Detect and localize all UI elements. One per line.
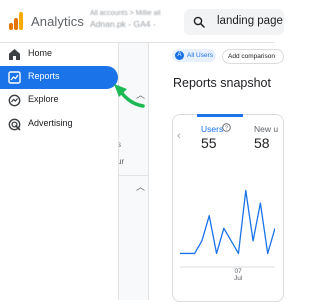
- segment-chip-label: All Users: [187, 49, 213, 62]
- sidebar-item-explore[interactable]: Explore: [0, 89, 118, 112]
- users-line-chart: [180, 168, 275, 288]
- reports-icon: [8, 71, 21, 84]
- chevron-left-icon[interactable]: ‹: [177, 130, 181, 142]
- search-input[interactable]: landing page: [217, 15, 283, 27]
- explore-icon: [8, 94, 21, 107]
- tab-new-users-label[interactable]: New u: [254, 124, 278, 134]
- tab-new-users-value: 58: [254, 135, 270, 151]
- x-axis-tick-day: 07: [234, 268, 242, 275]
- svg-text:?: ?: [225, 126, 228, 132]
- tab-users-label[interactable]: Users: [201, 124, 223, 134]
- x-axis-tick: 07 Jul: [234, 268, 242, 282]
- annotation-arrow-icon: [108, 80, 148, 112]
- search-icon: [193, 16, 205, 28]
- sidebar-item-advertising[interactable]: Advertising: [0, 113, 118, 136]
- sidebar-item-label: Home: [28, 48, 52, 58]
- search-box[interactable]: landing page: [184, 9, 284, 35]
- sidebar-item-label: Reports: [28, 71, 60, 81]
- app-title: Analytics: [31, 14, 84, 29]
- property-name: Adnan.pk - GA4 -: [90, 19, 170, 29]
- tab-users-value: 55: [201, 135, 217, 151]
- top-app-bar: Analytics All accounts > Millie all Adna…: [0, 0, 275, 43]
- sidebar-item-reports[interactable]: Reports: [0, 66, 118, 89]
- sidebar-item-label: Advertising: [28, 118, 73, 128]
- sidebar-item-label: Explore: [28, 94, 59, 104]
- advertising-icon: [8, 118, 21, 131]
- page-title: Reports snapshot: [173, 76, 271, 90]
- users-series-line: [180, 191, 275, 254]
- segment-badge: A: [175, 51, 184, 60]
- selected-tab-indicator: [197, 114, 243, 117]
- analytics-logo-icon[interactable]: [9, 12, 23, 30]
- left-nav-rail: Home Reports Explore Advertising: [0, 43, 119, 300]
- home-icon: [8, 48, 21, 61]
- sidebar-item-home[interactable]: Home: [0, 43, 118, 66]
- account-switcher[interactable]: All accounts > Millie all Adnan.pk - GA4…: [90, 10, 170, 29]
- add-comparison-button[interactable]: Add comparison: [222, 49, 284, 64]
- x-axis-tick-month: Jul: [234, 275, 242, 282]
- subpanel-divider: [118, 175, 148, 176]
- help-icon[interactable]: ?: [222, 123, 231, 132]
- add-comparison-label: Add comparison: [228, 50, 275, 63]
- segment-chip-all-users[interactable]: A All Users: [172, 49, 216, 62]
- chevron-up-icon[interactable]: ︿: [136, 180, 145, 193]
- account-path: All accounts > Millie all: [90, 10, 170, 17]
